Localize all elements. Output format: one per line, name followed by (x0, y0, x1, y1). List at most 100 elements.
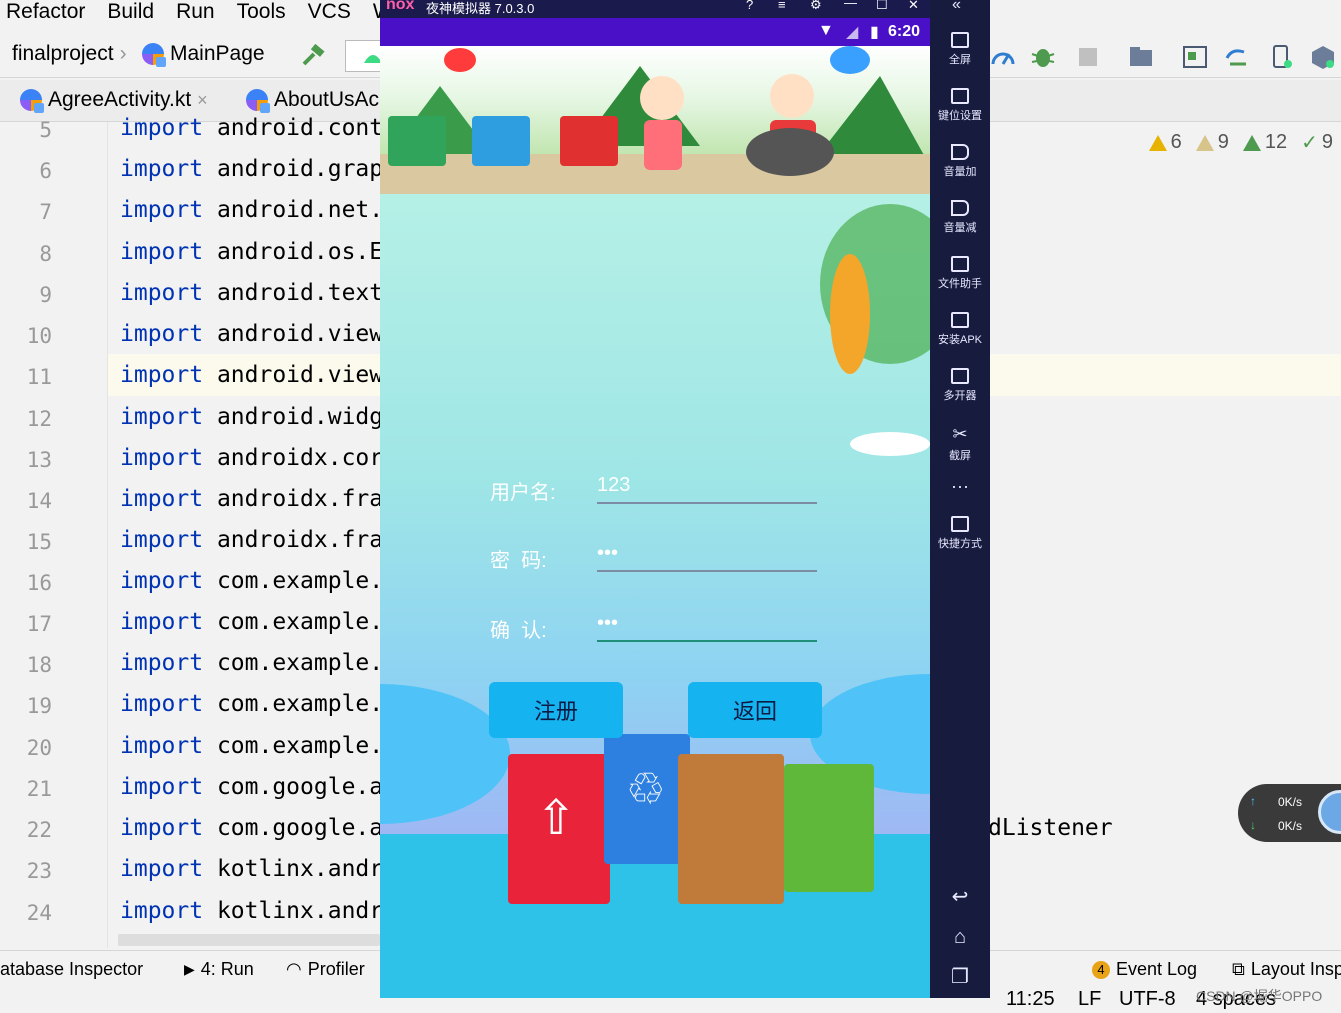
volume-up-button[interactable]: 音量加 (930, 144, 990, 179)
line-number: 10 (26, 324, 52, 348)
tab-about-us[interactable]: AboutUsAc (246, 88, 379, 113)
code-line[interactable]: import com.example. (120, 568, 383, 594)
username-label: 用户名: (490, 482, 556, 504)
keyword: import (120, 445, 204, 471)
avd-manager-icon[interactable] (1268, 44, 1294, 70)
file-assistant-button[interactable]: 文件助手 (930, 256, 990, 291)
hammer-build-icon[interactable] (300, 44, 326, 70)
code-line[interactable]: import androidx.cor (120, 445, 383, 471)
volume-down-button[interactable]: 音量减 (930, 200, 990, 235)
menu-run[interactable]: Run (176, 0, 215, 24)
network-speed-widget[interactable]: ↑ 0K/s ↓ 0K/s (1238, 784, 1341, 842)
code-text: com.example. (203, 691, 384, 717)
caret-position[interactable]: 11:25 (1006, 988, 1055, 1011)
code-line[interactable]: import kotlinx.andr (120, 898, 383, 924)
code-line[interactable]: import com.example. (120, 733, 383, 759)
close-icon[interactable]: × (197, 90, 208, 111)
layout-inspector-button[interactable]: ⧉ Layout Insp (1232, 959, 1341, 980)
code-line[interactable]: import android.text (120, 280, 383, 306)
multi-instance-button[interactable]: 多开器 (930, 368, 990, 403)
keyword: import (120, 650, 204, 676)
code-line[interactable]: import android.os.E (120, 239, 383, 265)
side-label: 音量减 (943, 222, 977, 234)
password-label: 密 码: (490, 550, 547, 572)
keymap-button[interactable]: 键位设置 (930, 88, 990, 123)
breadcrumb-project[interactable]: finalproject › (12, 42, 127, 66)
database-inspector-button[interactable]: atabase Inspector (0, 959, 143, 980)
breadcrumb-file[interactable]: MainPage (142, 42, 265, 67)
code-line[interactable]: import com.example. (120, 609, 383, 635)
code-line[interactable]: import android.grap (120, 156, 383, 182)
horizontal-scrollbar[interactable] (118, 934, 380, 946)
phone-screen[interactable]: ▼ ◢ ▮ 6:20 用户名: 123 密 码: ••• 确 认: ••• ⇧ … (380, 18, 930, 998)
keyword: import (120, 404, 204, 430)
keyword: import (120, 321, 204, 347)
maximize-icon[interactable]: ☐ (876, 0, 888, 13)
sdk-manager-icon[interactable] (1310, 44, 1336, 70)
password-input[interactable]: ••• (597, 542, 817, 572)
collapse-icon[interactable]: « (952, 0, 961, 14)
code-line[interactable]: import com.google.a (120, 774, 383, 800)
username-input[interactable]: 123 (597, 474, 817, 504)
line-number: 23 (26, 859, 52, 883)
event-badge: 4 (1092, 960, 1110, 979)
emulator-title: 夜神模拟器 7.0.3.0 (426, 1, 535, 16)
line-separator[interactable]: LF (1078, 988, 1101, 1011)
help-icon[interactable]: ? (746, 0, 753, 12)
home-nav-icon[interactable]: ⌂ (930, 926, 990, 949)
code-text: kotlinx.andr (203, 856, 384, 882)
shortcut-button[interactable]: 快捷方式 (930, 516, 990, 551)
run-tool-button[interactable]: ▶ 4: Run (184, 959, 254, 980)
register-button[interactable]: 注册 (489, 682, 623, 738)
settings-gear-icon[interactable]: ⚙ (810, 0, 822, 13)
code-line[interactable]: import androidx.fra (120, 486, 383, 512)
run-config-selector[interactable] (345, 40, 382, 72)
keyword: import (120, 239, 204, 265)
profiler-tool-button[interactable]: ◠ Profiler (286, 959, 365, 980)
red-bin: ⇧ (508, 754, 610, 904)
code-line[interactable]: import androidx.fra (120, 527, 383, 553)
menu-refactor[interactable]: Refactor (6, 0, 85, 24)
line-number: 17 (26, 612, 52, 636)
more-icon[interactable]: ··· (930, 476, 990, 497)
code-text: android.widg (203, 404, 384, 430)
stop-icon[interactable] (1075, 44, 1101, 70)
inspection-widget[interactable]: 6 9 12 ✓ 9 (1148, 130, 1333, 155)
code-line[interactable]: import android.view (120, 362, 383, 388)
screenshot-button[interactable]: ✂ 截屏 (930, 424, 990, 463)
layout-editor-icon[interactable] (1182, 44, 1208, 70)
back-button[interactable]: 返回 (688, 682, 822, 738)
close-icon[interactable]: ✕ (908, 0, 919, 13)
install-apk-button[interactable]: 安装APK (930, 312, 990, 347)
code-line[interactable]: import android.view (120, 321, 383, 347)
menu-tools[interactable]: Tools (237, 0, 286, 24)
event-log-button[interactable]: 4 Event Log (1092, 959, 1197, 980)
download-arrow-icon: ↓ (1250, 818, 1256, 832)
code-line[interactable]: import com.example. (120, 650, 383, 676)
tab-agree-activity[interactable]: AgreeActivity.kt × (20, 88, 208, 113)
side-label: 全屏 (949, 54, 971, 66)
code-line[interactable]: import android.net. (120, 197, 383, 223)
recent-apps-icon[interactable]: ❐ (930, 964, 990, 989)
code-line[interactable]: import com.google.a (120, 815, 383, 841)
side-label: 截屏 (949, 450, 971, 462)
code-line[interactable]: import android.widg (120, 404, 383, 430)
project-structure-icon[interactable] (1128, 44, 1154, 70)
code-line[interactable]: import com.example. (120, 691, 383, 717)
code-line[interactable]: import kotlinx.andr (120, 856, 383, 882)
menu-vcs[interactable]: VCS (308, 0, 351, 24)
code-text: android.os.E (203, 239, 384, 265)
typo-icon (1242, 134, 1261, 151)
line-number: 9 (39, 283, 52, 307)
minimize-icon[interactable]: — (844, 0, 857, 10)
code-line[interactable]: import android.cont (120, 115, 383, 141)
back-nav-icon[interactable]: ↩ (930, 884, 990, 909)
profiler-gauge-icon[interactable] (990, 44, 1016, 70)
debug-bug-icon[interactable] (1030, 44, 1056, 70)
menu-icon[interactable]: ≡ (778, 0, 786, 12)
confirm-password-input[interactable]: ••• (597, 612, 817, 642)
file-encoding[interactable]: UTF-8 (1119, 988, 1176, 1011)
sync-gradle-icon[interactable] (1224, 44, 1250, 70)
fullscreen-button[interactable]: 全屏 (930, 32, 990, 67)
menu-build[interactable]: Build (107, 0, 154, 24)
